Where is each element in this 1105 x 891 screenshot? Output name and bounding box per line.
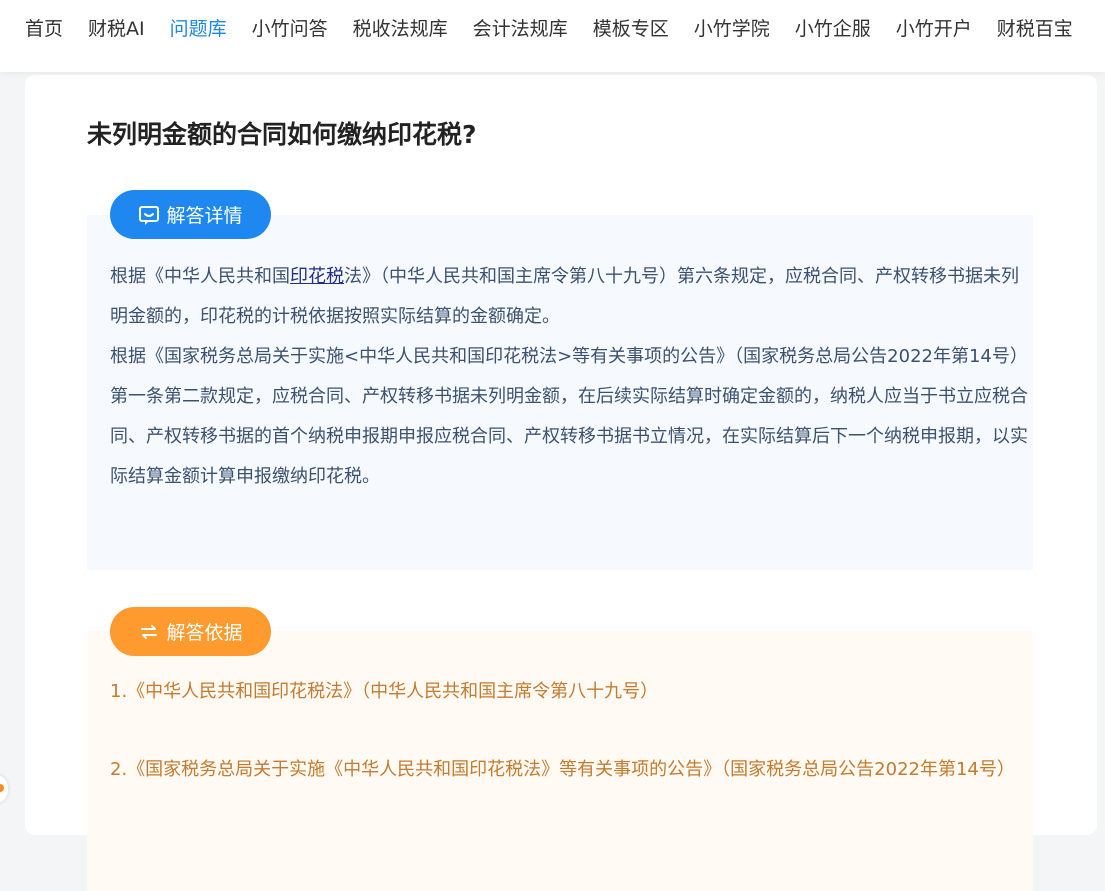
nav-item-tax-encyclopedia[interactable]: 财税百宝 [997, 14, 1073, 44]
exchange-icon [138, 621, 160, 643]
nav-item-qa[interactable]: 小竹问答 [252, 14, 328, 44]
question-detail-card: 未列明金额的合同如何缴纳印花税? 解答详情 根据《中华人民共和国印花税法》（中华… [25, 75, 1097, 891]
basis-item[interactable]: 1.《中华人民共和国印花税法》（中华人民共和国主席令第八十九号） [110, 673, 1035, 711]
page-title: 未列明金额的合同如何缴纳印花税? [87, 120, 477, 149]
answer-detail-badge: 解答详情 [110, 190, 271, 239]
answer-basis-badge-label: 解答依据 [166, 622, 243, 644]
assistant-dot-icon [0, 784, 4, 792]
nav-list: 首页 财税AI 问题库 小竹问答 税收法规库 会计法规库 模板专区 小竹学院 小… [25, 14, 1098, 44]
stamp-tax-link[interactable]: 印花税 [290, 266, 344, 287]
floating-assistant-button[interactable] [0, 774, 8, 804]
nav-item-enterprise-service[interactable]: 小竹企服 [795, 14, 871, 44]
answer-basis-badge: 解答依据 [110, 607, 271, 656]
answer-paragraph-2: 根据《国家税务总局关于实施<中华人民共和国印花税法>等有关事项的公告》（国家税务… [110, 346, 1028, 487]
nav-item-home[interactable]: 首页 [25, 14, 63, 44]
answer-detail-badge-label: 解答详情 [166, 205, 243, 227]
nav-item-account-opening[interactable]: 小竹开户 [896, 14, 972, 44]
nav-item-question-bank[interactable]: 问题库 [170, 14, 227, 44]
nav-item-accounting-law[interactable]: 会计法规库 [473, 14, 568, 44]
nav-item-academy[interactable]: 小竹学院 [694, 14, 770, 44]
top-navigation: 首页 财税AI 问题库 小竹问答 税收法规库 会计法规库 模板专区 小竹学院 小… [0, 0, 1105, 72]
answer-paragraph-1-prefix: 根据《中华人民共和国 [110, 266, 290, 287]
answer-text: 根据《中华人民共和国印花税法》（中华人民共和国主席令第八十九号）第六条规定，应税… [110, 257, 1035, 497]
basis-list: 1.《中华人民共和国印花税法》（中华人民共和国主席令第八十九号） 2.《国家税务… [110, 673, 1035, 829]
chat-bubble-icon [138, 204, 160, 226]
answer-paragraph-1: 根据《中华人民共和国印花税法》（中华人民共和国主席令第八十九号）第六条规定，应税… [110, 257, 1035, 337]
basis-item[interactable]: 2.《国家税务总局关于实施《中华人民共和国印花税法》等有关事项的公告》（国家税务… [110, 751, 1035, 789]
nav-item-tax-law[interactable]: 税收法规库 [353, 14, 448, 44]
nav-item-templates[interactable]: 模板专区 [593, 14, 669, 44]
nav-item-tax-ai[interactable]: 财税AI [88, 14, 145, 44]
